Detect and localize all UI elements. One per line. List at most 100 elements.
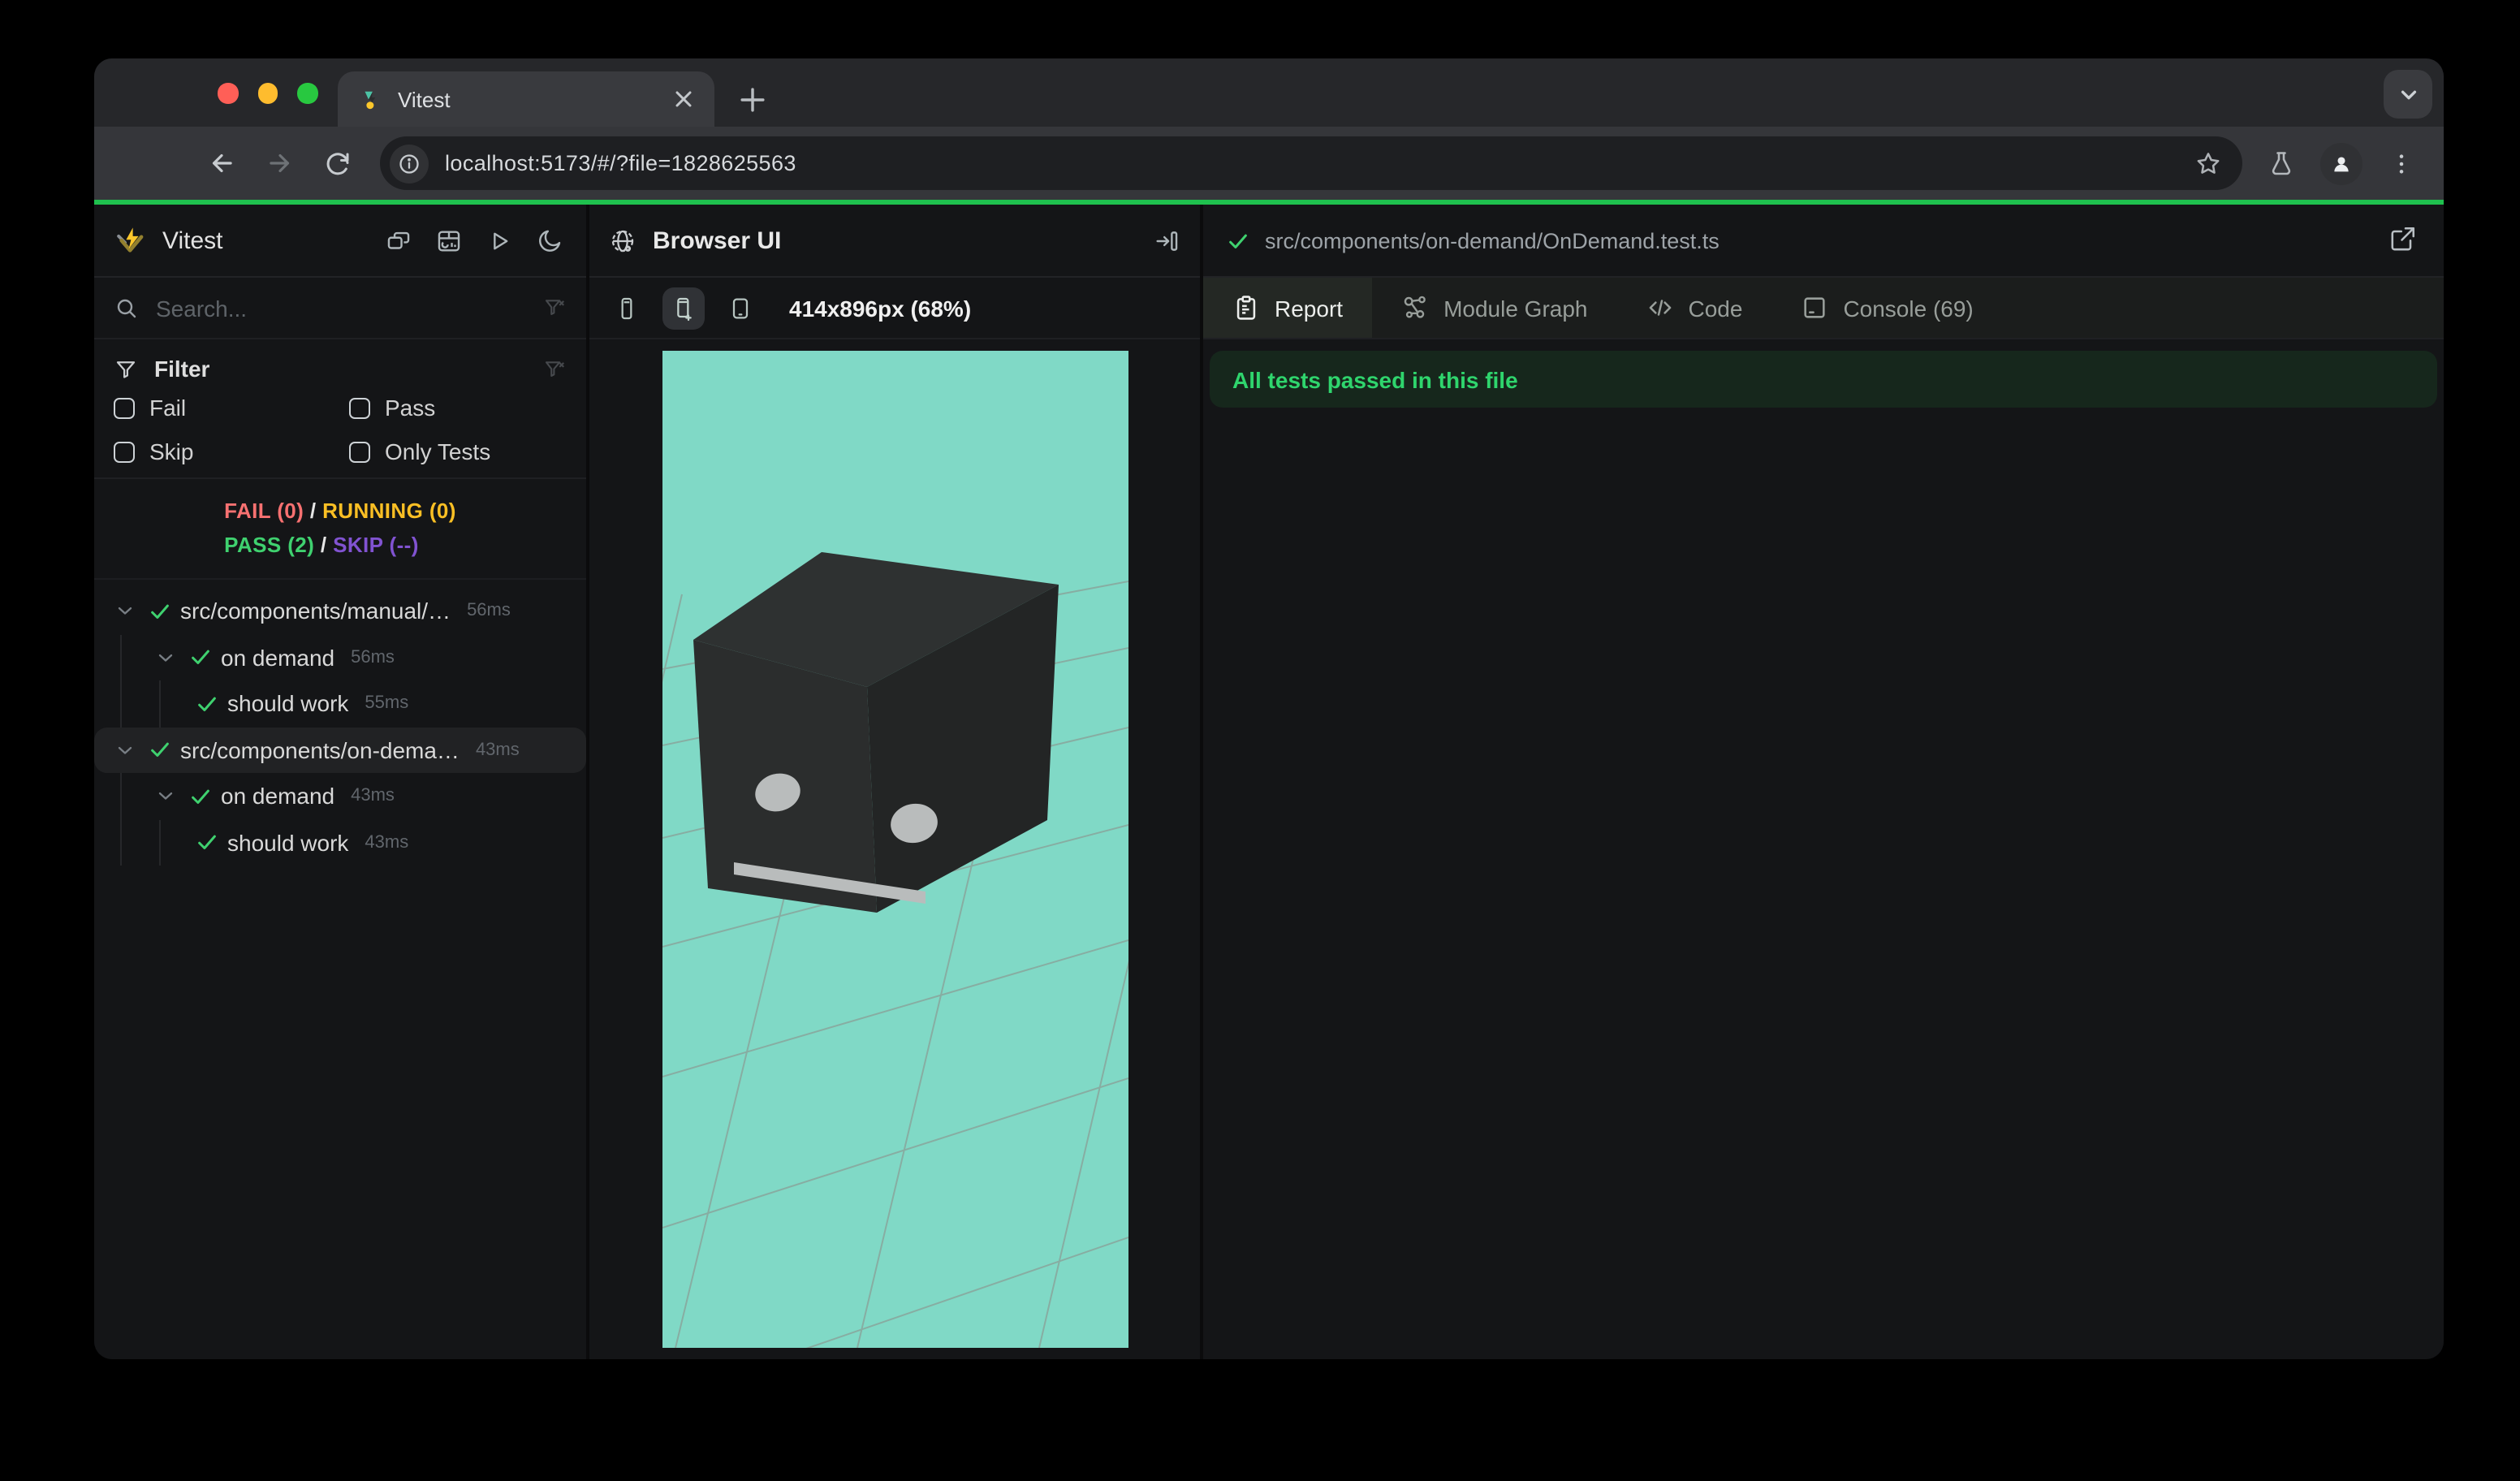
minimize-window-button[interactable] [257, 83, 278, 103]
vitest-app: Vitest Search... Filter Fail Pass Skip O… [94, 205, 2444, 1359]
filter-funnel-icon [114, 356, 138, 381]
dark-mode-toggle-icon[interactable] [534, 226, 563, 255]
chevron-down-icon[interactable] [154, 646, 177, 669]
filter-label-skip: Skip [149, 438, 194, 464]
chevron-down-icon[interactable] [114, 739, 136, 762]
checkbox-icon[interactable] [114, 397, 135, 418]
duration-badge: 43ms [351, 786, 395, 806]
tab-module-graph[interactable]: Module Graph [1372, 278, 1616, 338]
dashboard-icon[interactable] [434, 226, 463, 255]
pass-check-icon [1226, 228, 1250, 253]
test-file-row-selected[interactable]: src/components/on-dema… 43ms [94, 727, 586, 773]
summary-line-2: PASS (2) / SKIP (--) [224, 528, 456, 562]
duration-badge: 55ms [365, 693, 409, 714]
run-all-icon[interactable] [484, 226, 513, 255]
test-summary: FAIL (0) / RUNNING (0) PASS (2) / SKIP (… [94, 479, 586, 580]
open-in-editor-icon[interactable] [2388, 224, 2421, 257]
pass-check-icon [148, 738, 172, 762]
test-suite-row[interactable]: on demand 43ms [94, 773, 586, 819]
profile-avatar[interactable] [2320, 142, 2362, 184]
test-suite-label: on demand [221, 783, 335, 810]
clipboard-icon [1232, 294, 1260, 322]
forward-button[interactable] [253, 137, 305, 189]
banner-text: All tests passed in this file [1232, 366, 1518, 392]
pass-check-icon [195, 692, 219, 716]
test-tree: src/components/manual/… 56ms on demand 5… [94, 580, 586, 866]
clear-filter-icon[interactable] [542, 356, 567, 381]
browser-ui-panel: Browser UI 414x896px (68%) [586, 205, 1200, 1359]
collapse-panels-icon[interactable] [383, 226, 412, 255]
viewport-size-label[interactable]: 414x896px (68%) [789, 295, 971, 321]
test-file-label: src/components/manual/… [180, 598, 451, 624]
url-text[interactable]: localhost:5173/#/?file=1828625563 [445, 151, 2194, 175]
tab-code[interactable]: Code [1617, 278, 1772, 338]
experiments-flask-icon[interactable] [2259, 140, 2304, 186]
app-title: Vitest [162, 227, 223, 254]
address-bar[interactable]: localhost:5173/#/?file=1828625563 [380, 136, 2242, 190]
report-panel: src/components/on-demand/OnDemand.test.t… [1200, 205, 2444, 1359]
device-tablet-icon[interactable] [719, 287, 762, 329]
tab-strip: Vitest [94, 58, 2444, 127]
sidebar: Vitest Search... Filter Fail Pass Skip O… [94, 205, 586, 1359]
checkbox-icon[interactable] [349, 441, 370, 462]
pass-check-icon [188, 784, 213, 809]
test-file-label: src/components/on-dema… [180, 736, 460, 763]
tab-report-label: Report [1275, 295, 1344, 321]
device-small-phone-icon[interactable] [606, 287, 648, 329]
browser-tab[interactable]: Vitest [338, 71, 714, 127]
traffic-lights [218, 83, 317, 103]
test-suite-row[interactable]: on demand 56ms [94, 634, 586, 680]
tab-code-label: Code [1688, 295, 1743, 321]
test-case-row[interactable]: should work 55ms [94, 680, 586, 727]
test-case-label: should work [227, 829, 349, 856]
tab-search-chevron-button[interactable] [2384, 70, 2432, 119]
tab-report[interactable]: Report [1203, 278, 1373, 338]
reload-button[interactable] [312, 137, 364, 189]
tab-console[interactable]: Console (69) [1771, 278, 2002, 338]
robot-cube-scene [662, 552, 1128, 1348]
new-tab-button[interactable] [731, 78, 773, 120]
filter-checkbox-only-tests[interactable]: Only Tests [349, 438, 567, 464]
tab-close-icon[interactable] [669, 84, 698, 114]
duration-badge: 43ms [475, 740, 520, 760]
code-icon [1646, 294, 1674, 322]
device-phone-plus-icon[interactable] [662, 287, 705, 329]
browser-ui-title: Browser UI [653, 227, 782, 254]
dock-panel-icon[interactable] [1153, 227, 1180, 254]
tab-console-label: Console (69) [1843, 295, 1974, 321]
search-input[interactable] [156, 295, 542, 321]
browser-menu-icon[interactable] [2379, 140, 2424, 186]
back-button[interactable] [195, 137, 247, 189]
test-file-path: src/components/on-demand/OnDemand.test.t… [1265, 228, 1720, 253]
summary-separator: / [320, 533, 327, 557]
test-file-row[interactable]: src/components/manual/… 56ms [94, 588, 586, 634]
tab-title: Vitest [398, 87, 451, 111]
filter-label-fail: Fail [149, 395, 187, 421]
checkbox-icon[interactable] [349, 397, 370, 418]
filter-section: Filter Fail Pass Skip Only Tests [94, 339, 586, 479]
filter-checkbox-fail[interactable]: Fail [114, 395, 349, 421]
site-info-icon[interactable] [390, 144, 429, 183]
bookmark-star-icon[interactable] [2194, 149, 2223, 178]
chevron-down-icon[interactable] [114, 600, 136, 623]
globe-icon [609, 227, 636, 254]
filter-checkbox-pass[interactable]: Pass [349, 395, 567, 421]
filter-label-pass: Pass [385, 395, 436, 421]
clear-search-filter-icon[interactable] [542, 296, 567, 320]
console-icon [1801, 294, 1828, 322]
module-graph-icon [1401, 294, 1429, 322]
checkbox-icon[interactable] [114, 441, 135, 462]
test-case-row[interactable]: should work 43ms [94, 819, 586, 866]
all-tests-passed-banner: All tests passed in this file [1210, 351, 2437, 408]
filter-label-only-tests: Only Tests [385, 438, 491, 464]
zoom-window-button[interactable] [297, 83, 317, 103]
summary-line-1: FAIL (0) / RUNNING (0) [224, 494, 456, 528]
close-window-button[interactable] [218, 83, 238, 103]
browser-window: Vitest localhost:5173/#/?file=1828625563… [94, 58, 2444, 1359]
running-count: RUNNING (0) [322, 499, 456, 523]
tested-page-viewport[interactable] [662, 351, 1128, 1348]
chevron-down-icon[interactable] [154, 785, 177, 808]
search-icon [114, 295, 140, 321]
filter-checkbox-skip[interactable]: Skip [114, 438, 349, 464]
pass-check-icon [188, 646, 213, 670]
